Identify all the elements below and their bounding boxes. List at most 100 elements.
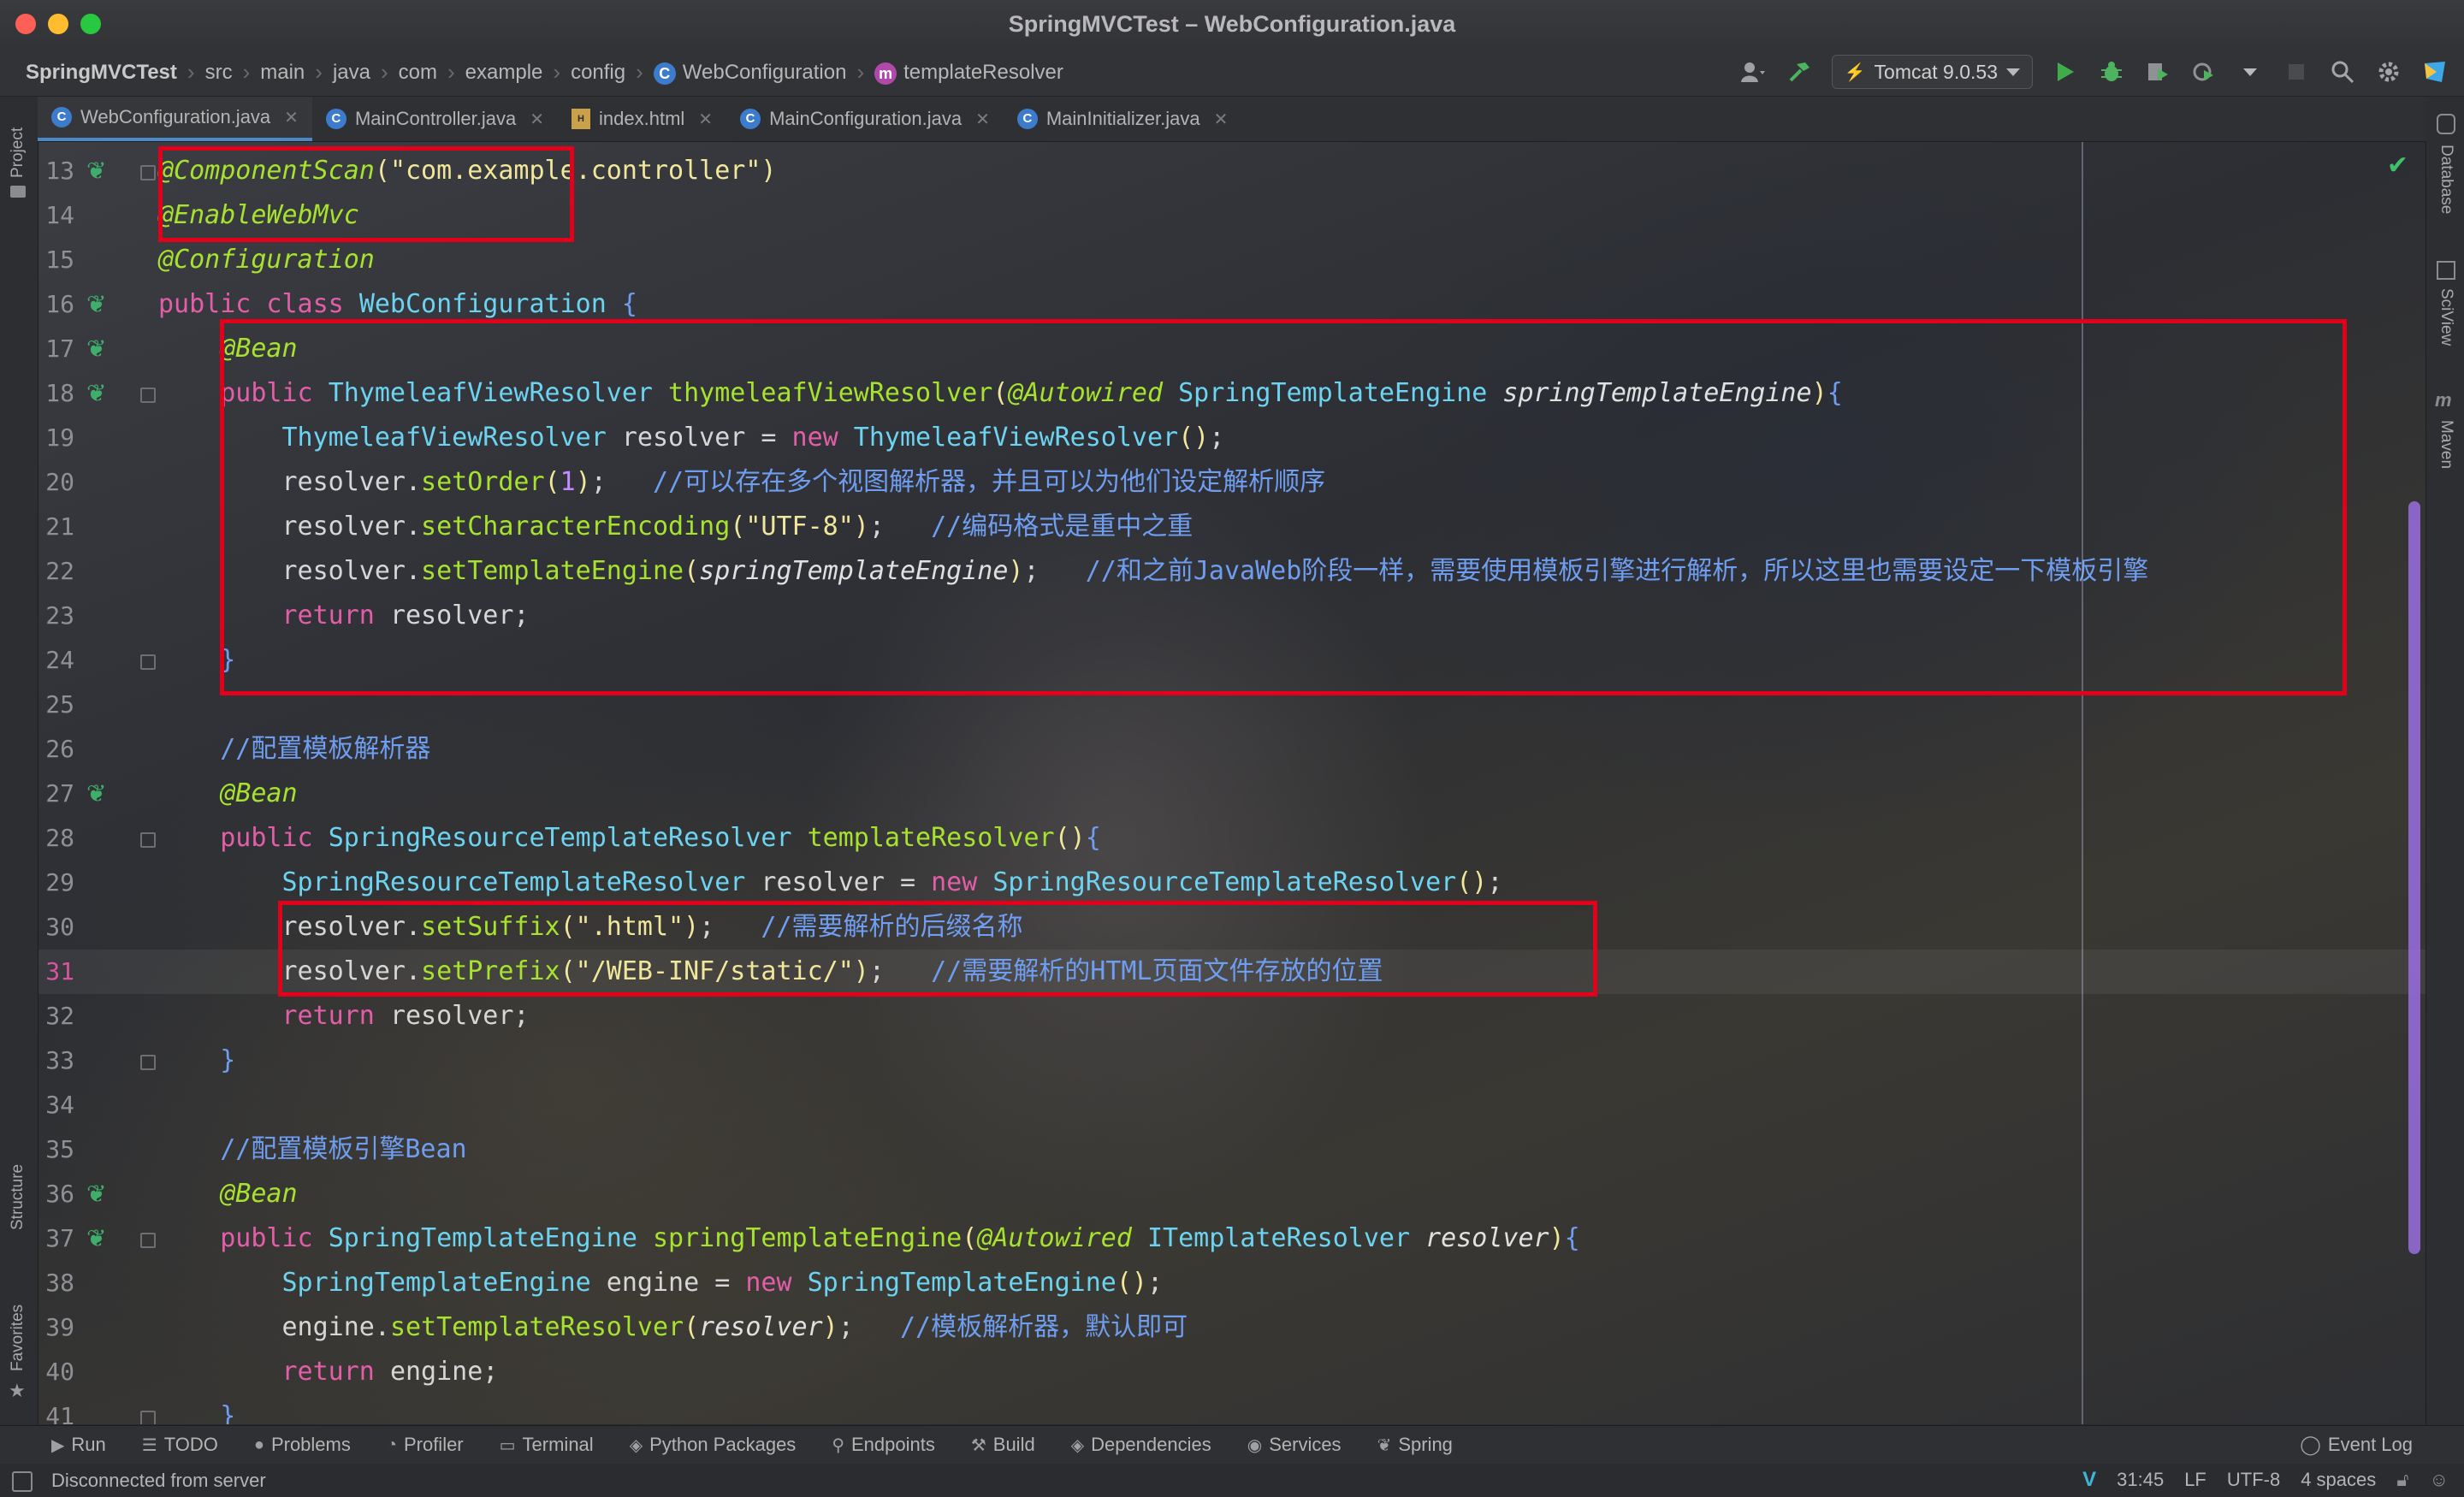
structure-panel-button[interactable]: Structure [9, 1164, 27, 1230]
editor-scrollbar[interactable] [2408, 501, 2420, 1254]
code-token: return [281, 1001, 390, 1031]
code-editor[interactable]: 13 ❦ 14 15 16 ❦ 17 ❦ 18 ❦ 19 20 21 22 23 24 25 26 27 ❦ 28 29 3… [38, 142, 2426, 1424]
line-number: 17 [45, 334, 74, 363]
leaf-icon: ❦ [1377, 1435, 1392, 1455]
fold-marker-icon[interactable] [140, 388, 156, 403]
breadcrumb-example[interactable]: example [460, 61, 548, 85]
breadcrumb-java[interactable]: java [328, 61, 376, 85]
tool-todo[interactable]: ☰ TODO [142, 1434, 218, 1456]
code-line[interactable]: //配置模板解析器 [158, 727, 430, 772]
code-line[interactable]: } [158, 1394, 235, 1424]
profile-icon[interactable] [2190, 58, 2218, 86]
code-line[interactable]: return engine; [158, 1350, 499, 1394]
file-encoding[interactable]: UTF-8 [2227, 1469, 2280, 1491]
sciview-panel-button[interactable]: SciView [2437, 288, 2455, 346]
spring-bean-gutter-icon[interactable]: ❦ [86, 371, 106, 416]
gear-icon[interactable] [2375, 58, 2402, 86]
close-icon[interactable]: ✕ [975, 109, 990, 130]
tool-problems[interactable]: ● Problems [254, 1434, 351, 1456]
run-configuration-select[interactable]: ⚡ Tomcat 9.0.53 [1831, 55, 2033, 89]
code-line[interactable]: SpringResourceTemplateResolver resolver … [158, 861, 1503, 905]
run-icon[interactable] [2052, 58, 2079, 86]
stop-icon[interactable] [2283, 58, 2310, 86]
indent-setting[interactable]: 4 spaces [2301, 1469, 2376, 1491]
lock-icon[interactable]: 🔓︎ [2396, 1469, 2408, 1491]
tool-build[interactable]: ⚒ Build [971, 1434, 1035, 1456]
code-token: { [1564, 1223, 1580, 1253]
highlight-box-annotations [158, 146, 574, 242]
fold-marker-icon[interactable] [140, 1233, 156, 1248]
run-with-coverage-icon[interactable] [2144, 58, 2171, 86]
tool-endpoints[interactable]: ⚲ Endpoints [832, 1434, 935, 1456]
breadcrumb-class[interactable]: C WebConfiguration [649, 61, 852, 85]
tool-python-packages[interactable]: ◈ Python Packages [630, 1434, 797, 1456]
tab-maincontroller[interactable]: C MainController.java ✕ [312, 97, 558, 141]
html-file-icon: H [572, 109, 591, 129]
code-line[interactable]: SpringTemplateEngine engine = new Spring… [158, 1261, 1164, 1305]
spring-bean-gutter-icon[interactable]: ❦ [86, 149, 106, 193]
breadcrumb-src[interactable]: src [200, 61, 238, 85]
code-line[interactable]: @Configuration [158, 238, 375, 282]
breadcrumb-main[interactable]: main [255, 61, 310, 85]
line-number: 25 [45, 690, 74, 719]
close-icon[interactable]: ✕ [284, 107, 299, 128]
breadcrumb-project[interactable]: SpringMVCTest [21, 61, 182, 85]
code-line[interactable]: public SpringResourceTemplateResolver te… [158, 816, 1101, 861]
toggle-tool-windows-icon[interactable] [12, 1471, 33, 1492]
tool-dependencies[interactable]: ◈ Dependencies [1071, 1434, 1211, 1456]
breadcrumb-method[interactable]: m templateResolver [869, 61, 1069, 85]
tool-services[interactable]: ◉ Services [1247, 1434, 1342, 1456]
tab-mainconfiguration[interactable]: C MainConfiguration.java ✕ [726, 97, 1004, 141]
tab-index-html[interactable]: H index.html ✕ [558, 97, 726, 141]
tool-profiler[interactable]: ◔ Profiler [387, 1434, 464, 1456]
favorites-panel-button[interactable]: Favorites [9, 1305, 27, 1371]
fold-marker-icon[interactable] [140, 165, 156, 180]
tomcat-icon: ⚡ [1844, 62, 1866, 82]
close-icon[interactable]: ✕ [530, 109, 544, 130]
maven-panel-button[interactable]: Maven [2437, 420, 2455, 469]
tool-spring[interactable]: ❦ Spring [1377, 1434, 1453, 1456]
hammer-build-icon[interactable] [1786, 58, 1813, 86]
breadcrumb-com[interactable]: com [394, 61, 442, 85]
debug-icon[interactable] [2098, 58, 2125, 86]
fold-marker-icon[interactable] [140, 1055, 156, 1070]
database-panel-button[interactable]: Database [2437, 145, 2455, 214]
tool-run[interactable]: ▶ Run [51, 1434, 106, 1456]
user-icon[interactable] [1739, 58, 1767, 86]
code-line[interactable]: } [158, 1038, 235, 1083]
close-icon[interactable]: ✕ [698, 109, 713, 130]
line-number: 24 [45, 646, 74, 674]
breadcrumb-config[interactable]: config [566, 61, 631, 85]
code-line[interactable]: return resolver; [158, 994, 530, 1038]
fold-marker-icon[interactable] [140, 654, 156, 670]
project-panel-button[interactable]: Project [9, 127, 27, 178]
fold-marker-icon[interactable] [140, 832, 156, 848]
event-log-button[interactable]: ◯ Event Log [2300, 1426, 2413, 1464]
tab-maininitializer[interactable]: C MainInitializer.java ✕ [1004, 97, 1242, 141]
spring-bean-gutter-icon[interactable]: ❦ [86, 282, 106, 327]
close-icon[interactable]: ✕ [1214, 109, 1229, 130]
fold-marker-icon[interactable] [140, 1411, 156, 1424]
inspector-icon[interactable]: ☺ [2430, 1469, 2449, 1491]
tool-terminal[interactable]: ▭ Terminal [500, 1434, 594, 1456]
more-run-options-icon[interactable] [2236, 58, 2264, 86]
spring-bean-gutter-icon[interactable]: ❦ [86, 1172, 106, 1216]
code-line[interactable]: @Bean [158, 1172, 297, 1216]
caret-position[interactable]: 31:45 [2117, 1469, 2164, 1491]
code-line[interactable]: public SpringTemplateEngine springTempla… [158, 1216, 1580, 1261]
spring-bean-gutter-icon[interactable]: ❦ [86, 327, 106, 371]
jetbrains-logo-icon[interactable] [2421, 58, 2449, 86]
code-line[interactable]: //配置模板引擎Bean [158, 1127, 466, 1172]
search-icon[interactable] [2329, 58, 2356, 86]
code-token: SpringTemplateEngine [328, 1223, 653, 1253]
spring-bean-gutter-icon[interactable]: ❦ [86, 772, 106, 816]
code-line[interactable]: engine.setTemplateResolver(resolver); //… [158, 1305, 1188, 1350]
tab-webconfiguration[interactable]: C WebConfiguration.java ✕ [38, 97, 312, 141]
code-line[interactable]: @Bean [158, 772, 297, 816]
layers-icon: ◈ [1070, 1435, 1085, 1455]
line-separator[interactable]: LF [2184, 1469, 2206, 1491]
spring-bean-gutter-icon[interactable]: ❦ [86, 1216, 106, 1261]
